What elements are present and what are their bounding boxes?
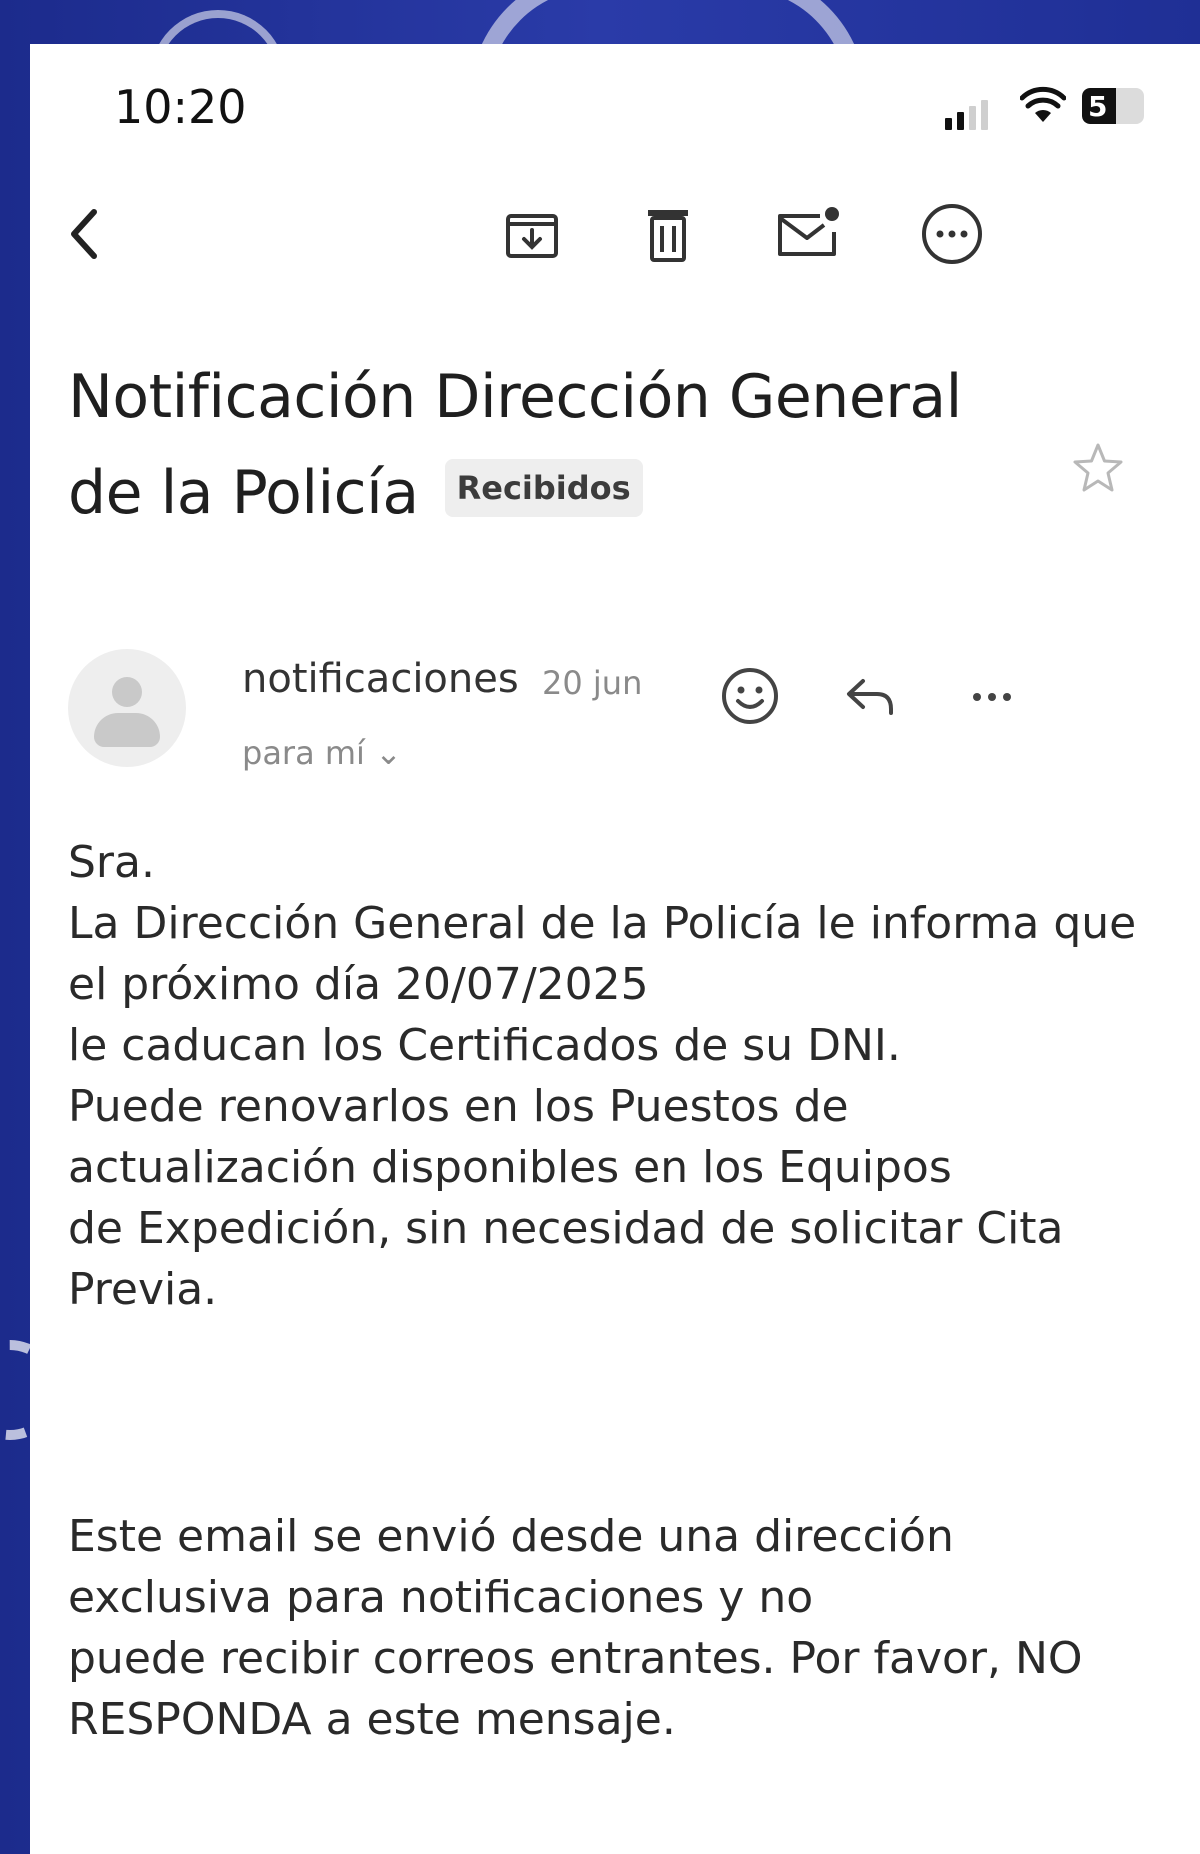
- body-line: el próximo día 20/07/2025: [68, 959, 649, 1010]
- more-horizontal-icon: [973, 693, 1011, 701]
- email-footer: Este email se envió desde una dirección …: [68, 1506, 1178, 1750]
- delete-button[interactable]: [628, 194, 708, 274]
- mark-unread-icon: [778, 207, 839, 256]
- recipient-toggle[interactable]: para mí ⌄: [242, 734, 402, 772]
- person-body-shape: [94, 713, 160, 747]
- reply-button[interactable]: [830, 656, 910, 736]
- message-more-button[interactable]: [952, 656, 1032, 736]
- body-line: Puede renovarlos en los Puestos de: [68, 1081, 849, 1132]
- footer-line: RESPONDA a este mensaje.: [68, 1694, 676, 1745]
- back-arrow-icon: [71, 209, 97, 259]
- battery-icon: 5: [1082, 88, 1144, 124]
- battery-level: 5: [1088, 90, 1108, 123]
- subject-line-2: de la Policía: [68, 458, 419, 528]
- email-date: 20 jun: [542, 664, 643, 702]
- back-button[interactable]: [46, 194, 126, 274]
- subject-line-1: Notificación Dirección General: [68, 362, 962, 432]
- phone-screen: 10:20 5 Notificación Dirección General d…: [30, 44, 1200, 1854]
- email-subject: Notificación Dirección General de la Pol…: [68, 349, 1048, 541]
- sender-name[interactable]: notificaciones: [242, 656, 519, 702]
- footer-line: Este email se envió desde una dirección: [68, 1511, 954, 1562]
- react-emoji-button[interactable]: [710, 656, 790, 736]
- footer-line: puede recibir correos entrantes. Por fav…: [68, 1633, 1083, 1684]
- email-body: Sra. La Dirección General de la Policía …: [68, 832, 1178, 1320]
- sender-avatar[interactable]: [68, 649, 186, 767]
- status-time: 10:20: [114, 80, 247, 134]
- footer-line: exclusiva para notificaciones y no: [68, 1572, 814, 1623]
- body-line: Previa.: [68, 1264, 218, 1315]
- body-line: Sra.: [68, 837, 155, 888]
- inbox-label-chip[interactable]: Recibidos: [444, 459, 643, 518]
- body-line: de Expedición, sin necesidad de solicita…: [68, 1203, 1064, 1254]
- trash-icon: [648, 210, 688, 262]
- archive-button[interactable]: [492, 194, 572, 274]
- cell-signal-icon: [945, 100, 988, 130]
- star-icon[interactable]: [1068, 439, 1128, 499]
- more-options-icon: [922, 204, 982, 264]
- reply-icon: [847, 679, 893, 715]
- more-options-button[interactable]: [912, 194, 992, 274]
- archive-icon: [506, 214, 558, 258]
- body-line: actualización disponibles en los Equipos: [68, 1142, 952, 1193]
- body-line: le caducan los Certificados de su DNI.: [68, 1020, 901, 1071]
- smiley-icon: [722, 668, 778, 724]
- wifi-icon: [1020, 86, 1066, 122]
- status-bar: 10:20 5: [30, 44, 1200, 154]
- body-line: La Dirección General de la Policía le in…: [68, 898, 1137, 949]
- mark-unread-button[interactable]: [768, 194, 848, 274]
- person-icon: [112, 677, 142, 707]
- email-toolbar: [30, 194, 1200, 284]
